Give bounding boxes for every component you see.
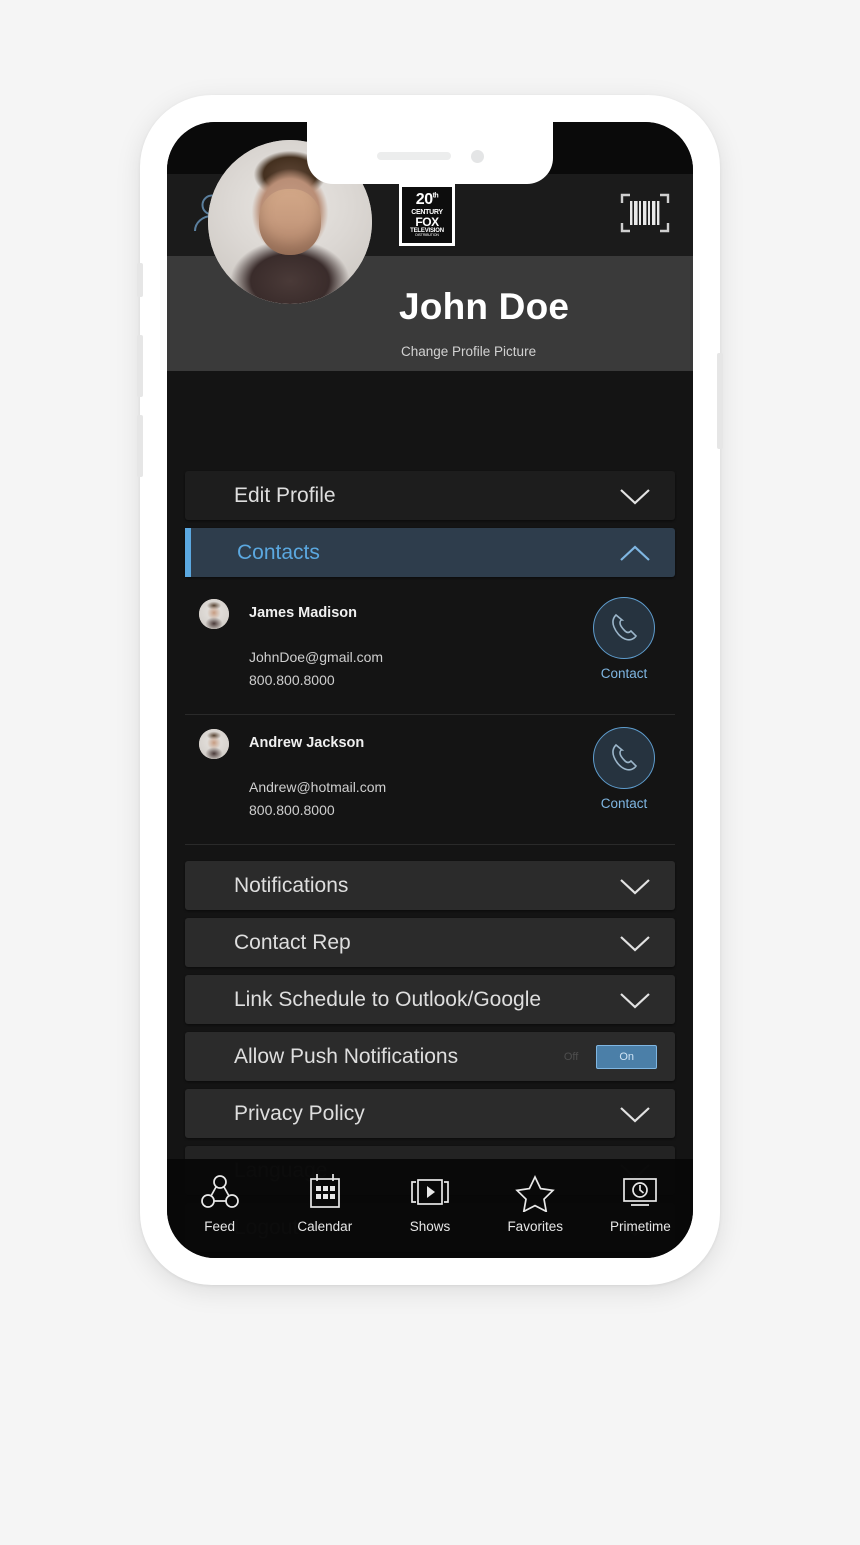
- chevron-down-icon: [620, 488, 650, 505]
- silent-switch[interactable]: [137, 263, 143, 297]
- tab-label: Shows: [409, 1219, 451, 1234]
- calendar-icon: [302, 1172, 348, 1212]
- accordion-notifications[interactable]: Notifications: [185, 861, 675, 910]
- row-allow-push-notifications[interactable]: Allow Push Notifications Off On: [185, 1032, 675, 1081]
- tab-favorites[interactable]: Favorites: [483, 1172, 588, 1234]
- tab-label: Primetime: [610, 1219, 671, 1234]
- toggle-on-option[interactable]: On: [596, 1044, 657, 1069]
- accordion-edit-profile[interactable]: Edit Profile: [185, 471, 675, 520]
- toggle-off-option[interactable]: Off: [564, 1051, 578, 1063]
- list-item[interactable]: Andrew Jackson Andrew@hotmail.com 800.80…: [185, 715, 675, 845]
- device-notch: [307, 122, 553, 184]
- contact-cta-label: Contact: [600, 796, 648, 811]
- active-indicator-bar: [185, 528, 191, 577]
- chevron-down-icon: [620, 878, 650, 895]
- tab-calendar[interactable]: Calendar: [272, 1172, 377, 1234]
- profile-header-spacer: [167, 371, 693, 471]
- barcode-scan-icon[interactable]: [619, 191, 671, 240]
- network-nodes-icon: [197, 1172, 243, 1212]
- change-profile-picture-link[interactable]: Change Profile Picture: [401, 344, 569, 359]
- chevron-down-icon: [620, 992, 650, 1009]
- front-camera: [470, 149, 484, 163]
- tab-primetime[interactable]: Primetime: [588, 1172, 693, 1234]
- contact-avatar: [199, 599, 229, 629]
- phone-icon: [593, 727, 655, 789]
- accordion-privacy-policy[interactable]: Privacy Policy: [185, 1089, 675, 1138]
- contact-avatar: [199, 729, 229, 759]
- logo-line-6: DISTRIBUTION: [415, 233, 439, 238]
- tab-feed[interactable]: Feed: [167, 1172, 272, 1234]
- accordion-label: Edit Profile: [234, 483, 336, 507]
- tab-label: Feed: [204, 1219, 235, 1234]
- contact-cta-label: Contact: [600, 666, 648, 681]
- chevron-up-icon: [620, 544, 650, 561]
- accordion-label: Contacts: [237, 540, 320, 564]
- accordion-link-schedule[interactable]: Link Schedule to Outlook/Google: [185, 975, 675, 1024]
- accordion-label: Allow Push Notifications: [234, 1044, 459, 1068]
- contacts-panel: James Madison JohnDoe@gmail.com 800.800.…: [185, 585, 675, 847]
- logo-line-2: th: [432, 192, 439, 200]
- settings-list: Edit Profile Contacts James Madison John…: [167, 471, 693, 1252]
- accordion-contacts[interactable]: Contacts: [185, 528, 675, 577]
- accordion-label: Link Schedule to Outlook/Google: [234, 987, 542, 1011]
- volume-down-button[interactable]: [137, 415, 143, 477]
- accordion-label: Notifications: [234, 873, 349, 897]
- volume-up-button[interactable]: [137, 335, 143, 397]
- logo-line-4: FOX: [415, 215, 439, 230]
- screenshot-canvas: 20th CENTURY FOX TELEVISION DISTRIBUTION: [0, 0, 860, 1545]
- fox-television-logo: 20th CENTURY FOX TELEVISION DISTRIBUTION: [399, 184, 455, 246]
- phone-device-frame: 20th CENTURY FOX TELEVISION DISTRIBUTION: [137, 95, 723, 1285]
- chevron-down-icon: [620, 935, 650, 952]
- tab-label: Favorites: [507, 1219, 563, 1234]
- logo-line-1: 20: [415, 191, 433, 209]
- accordion-label: Privacy Policy: [234, 1101, 365, 1125]
- phone-screen: 20th CENTURY FOX TELEVISION DISTRIBUTION: [167, 122, 693, 1258]
- list-item[interactable]: James Madison JohnDoe@gmail.com 800.800.…: [185, 585, 675, 715]
- contact-action[interactable]: Contact: [589, 727, 659, 811]
- star-icon: [512, 1172, 558, 1212]
- tab-label: Calendar: [297, 1219, 353, 1234]
- power-button[interactable]: [717, 353, 723, 449]
- tv-clock-icon: [617, 1172, 663, 1212]
- film-play-icon: [407, 1172, 453, 1212]
- page-title: John Doe: [399, 286, 570, 327]
- push-toggle[interactable]: Off On: [564, 1044, 657, 1069]
- earpiece-speaker: [376, 152, 451, 160]
- phone-icon: [593, 597, 655, 659]
- accordion-label: Contact Rep: [234, 930, 351, 954]
- accordion-contact-rep[interactable]: Contact Rep: [185, 918, 675, 967]
- contact-action[interactable]: Contact: [589, 597, 659, 681]
- bottom-tab-bar: Feed Calendar Shows Favorites Primetime: [167, 1159, 693, 1258]
- chevron-down-icon: [620, 1106, 650, 1123]
- tab-shows[interactable]: Shows: [377, 1172, 482, 1234]
